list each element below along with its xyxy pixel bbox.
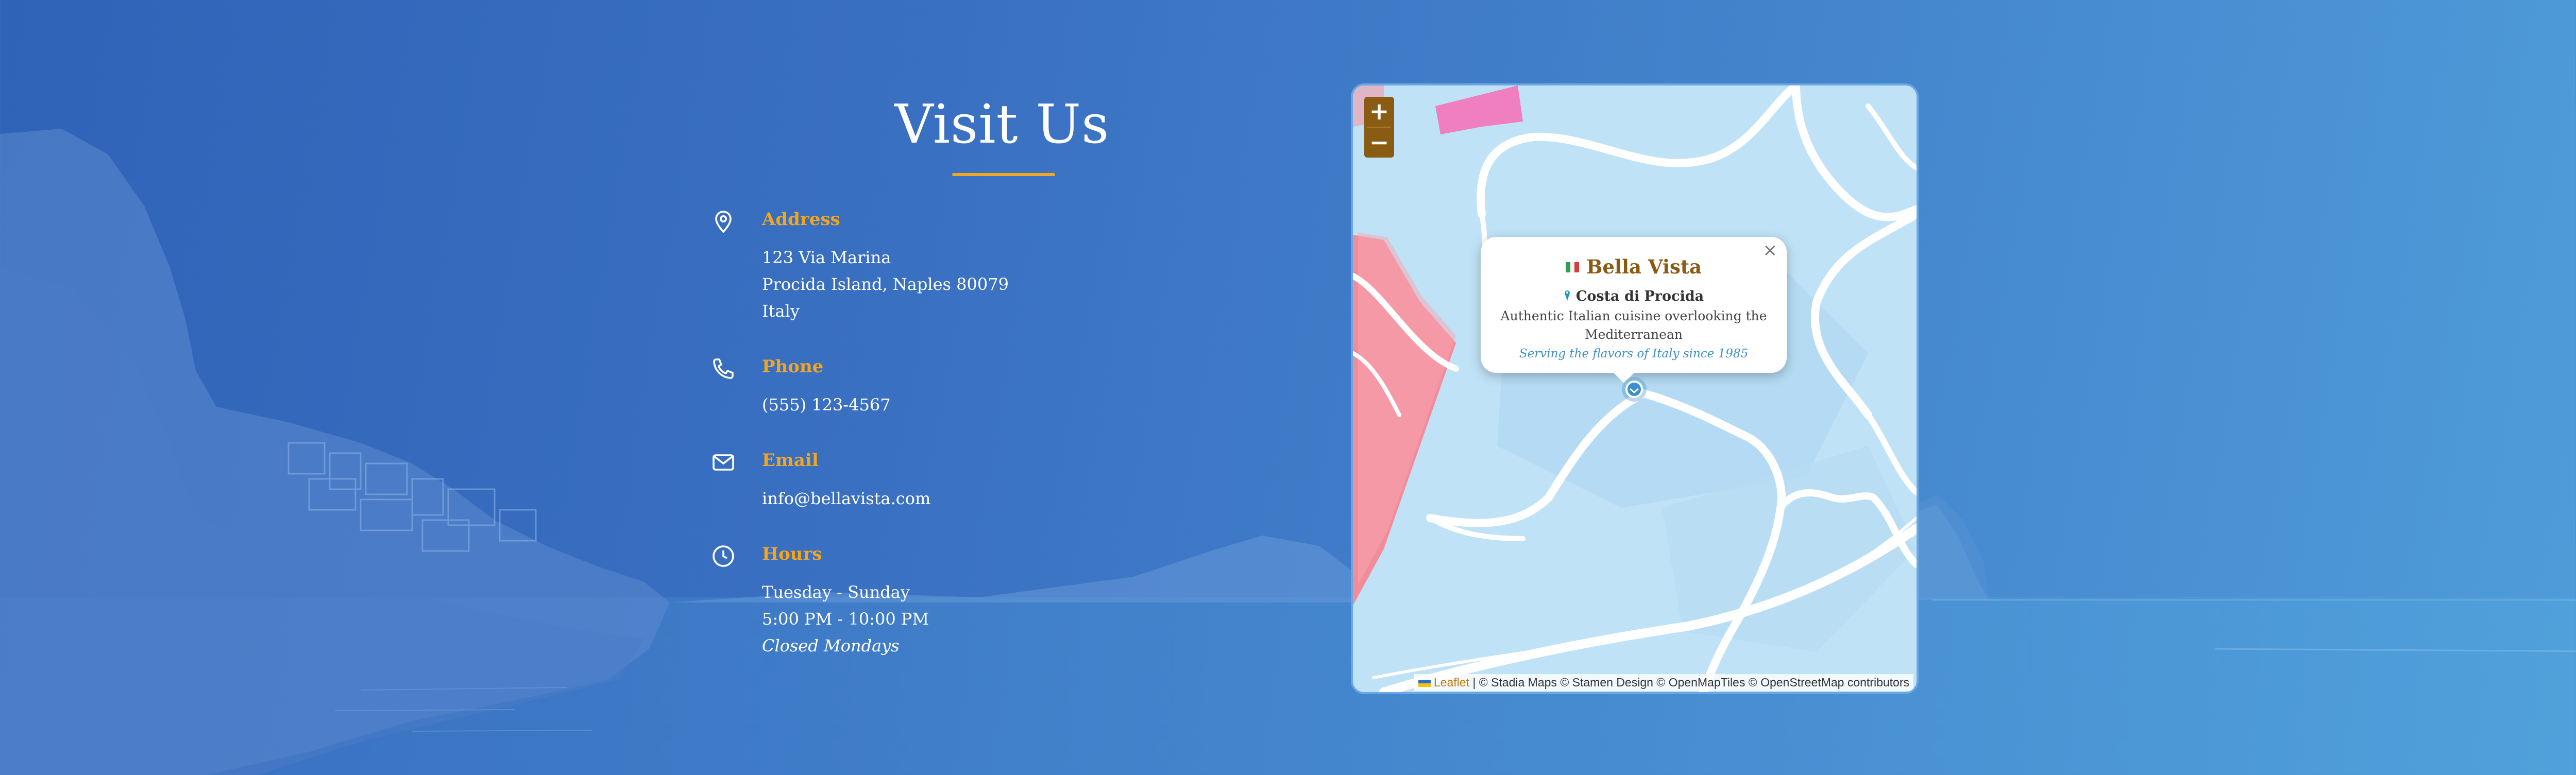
popup-description: Authentic Italian cuisine overlooking th… <box>1500 308 1767 342</box>
email-label: Email <box>762 450 819 471</box>
popup-location: Costa di Procida <box>1481 288 1787 304</box>
popup-title: Bella Vista <box>1481 255 1787 278</box>
hours-time: 5:00 PM - 10:00 PM <box>762 609 929 629</box>
phone-label: Phone <box>762 356 824 377</box>
address-line-2: Procida Island, Naples 80079 <box>762 274 1009 294</box>
ukraine-flag-icon <box>1418 679 1431 687</box>
zoom-control: + − <box>1364 97 1394 158</box>
address-line-1: 123 Via Marina <box>762 248 891 267</box>
italy-flag-icon <box>1566 262 1580 272</box>
hours-label: Hours <box>762 544 822 564</box>
location-pin-icon <box>1564 290 1570 301</box>
popup-location-text: Costa di Procida <box>1575 288 1704 304</box>
address-label: Address <box>762 209 840 230</box>
map-popup: × Bella Vista Costa di Procida Authentic… <box>1481 237 1787 373</box>
map-attribution: Leaflet | © Stadia Maps © Stamen Design … <box>1414 674 1913 691</box>
address-lines: 123 Via Marina Procida Island, Naples 80… <box>762 244 1009 324</box>
popup-tagline: Serving the flavors of Italy since 1985 <box>1519 347 1749 360</box>
zoom-out-button[interactable]: − <box>1364 128 1394 158</box>
zoom-in-button[interactable]: + <box>1364 97 1394 127</box>
email-address[interactable]: info@bellavista.com <box>762 485 930 512</box>
leaflet-link[interactable]: Leaflet <box>1434 676 1469 689</box>
section-title: Visit Us <box>894 93 1110 156</box>
email-lines: info@bellavista.com <box>762 485 930 512</box>
hours-closed-note: Closed Mondays <box>762 636 900 656</box>
mail-icon <box>713 454 734 471</box>
hours-lines: Tuesday - Sunday 5:00 PM - 10:00 PM Clos… <box>762 579 929 659</box>
restaurant-marker-icon[interactable] <box>1620 375 1649 404</box>
clock-icon <box>713 545 734 567</box>
title-underline <box>952 173 1055 176</box>
hours-days: Tuesday - Sunday <box>762 582 910 602</box>
map-widget[interactable]: + − × Bella Vista Costa di Procida Authe… <box>1351 83 1919 694</box>
popup-title-text: Bella Vista <box>1586 255 1702 278</box>
phone-icon <box>713 358 734 379</box>
address-line-3: Italy <box>762 301 800 321</box>
phone-number[interactable]: (555) 123-4567 <box>762 391 891 418</box>
phone-lines: (555) 123-4567 <box>762 391 891 418</box>
attribution-credits: | © Stadia Maps © Stamen Design © OpenMa… <box>1472 676 1909 689</box>
map-pin-icon <box>715 211 732 233</box>
